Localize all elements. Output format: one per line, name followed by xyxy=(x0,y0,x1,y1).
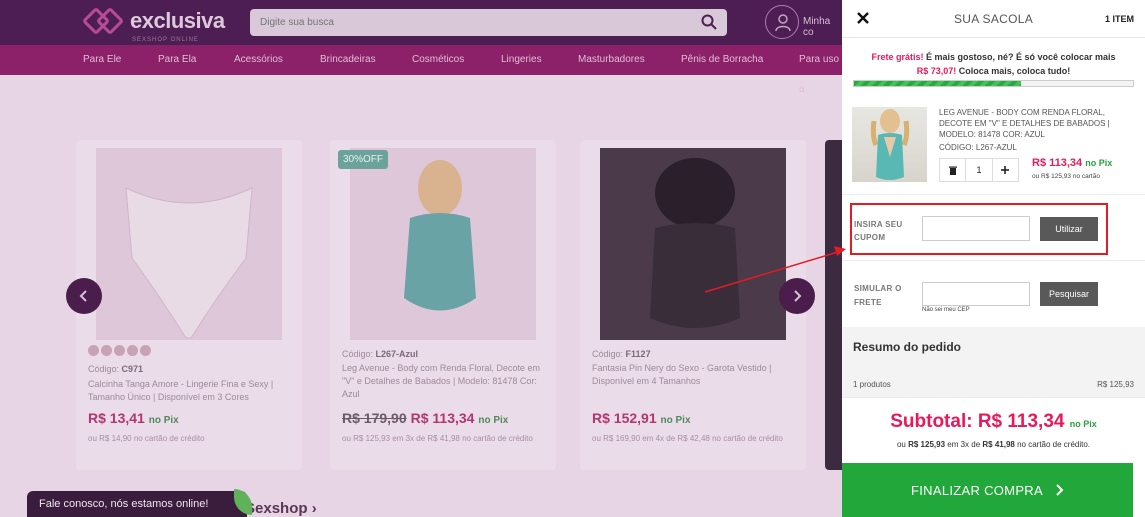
trash-icon xyxy=(948,166,957,175)
chat-text: Fale conosco, nós estamos online! xyxy=(39,498,209,510)
carousel-next-button[interactable] xyxy=(779,278,815,314)
product-card[interactable]: Código: F1127 Fantasia Pin Nery do Sexo … xyxy=(580,140,806,470)
chevron-right-icon xyxy=(1056,484,1064,496)
order-summary: Resumo do pedido 1 produtos R$ 125,93 xyxy=(842,327,1145,397)
product-code: Código: F1127 xyxy=(592,349,651,359)
divider xyxy=(842,397,1145,398)
discount-badge: 30%OFF xyxy=(338,150,389,169)
chat-widget[interactable]: Fale conosco, nós estamos online! xyxy=(27,491,247,517)
product-price: R$ 179,90 R$ 113,34 no Pix xyxy=(342,410,509,426)
subtotal-section: Subtotal: R$ 113,34 no Pix ou R$ 125,93 … xyxy=(842,411,1145,449)
cart-item-count: 1 ITEM xyxy=(1104,14,1134,24)
category-nav: Para Ele Para Ela Acessórios Brincadeira… xyxy=(0,45,842,95)
coupon-input[interactable] xyxy=(922,216,1030,241)
nav-item[interactable]: Lingeries xyxy=(501,45,542,75)
quantity-stepper: 1 xyxy=(939,158,1019,182)
user-icon xyxy=(775,14,791,32)
cart-item-image[interactable] xyxy=(852,107,927,182)
product-image[interactable] xyxy=(600,148,786,340)
site-header: exclusiva SEXSHOP ONLINE Minha co xyxy=(0,0,842,45)
cart-item-card-price: ou R$ 125,93 no cartão xyxy=(1032,173,1100,180)
search-icon[interactable] xyxy=(701,14,717,30)
nav-item[interactable]: Masturbadores xyxy=(578,45,645,75)
cep-input[interactable] xyxy=(922,282,1030,306)
nav-item[interactable]: Cosméticos xyxy=(412,45,464,75)
cart-item: LEG AVENUE - BODY COM RENDA FLORAL, DECO… xyxy=(852,107,1135,187)
site-logo[interactable]: exclusiva SEXSHOP ONLINE xyxy=(81,6,225,43)
nav-item[interactable]: Para Ela xyxy=(158,45,196,75)
product-installment: ou R$ 169,90 em 4x de R$ 42,48 no cartão… xyxy=(592,434,783,443)
cart-title: SUA SACOLA xyxy=(953,12,1034,26)
section-heading[interactable]: Sexshop › xyxy=(245,500,317,517)
rating-stars xyxy=(88,345,151,356)
nav-item[interactable]: Para uso a xyxy=(799,45,842,105)
search-freight-button[interactable]: Pesquisar xyxy=(1040,282,1098,306)
divider xyxy=(842,260,1145,261)
product-code: Código: L267-Azul xyxy=(342,349,419,359)
product-card[interactable]: Código: C971 Calcinha Tanga Amore - Ling… xyxy=(76,140,302,470)
quantity-value[interactable]: 1 xyxy=(965,159,993,181)
nav-item[interactable]: Pênis de Borracha xyxy=(681,45,763,75)
subtotal-value: Subtotal: R$ 113,34 no Pix xyxy=(890,411,1097,432)
product-image[interactable] xyxy=(96,148,282,340)
product-name[interactable]: Fantasia Pin Nery do Sexo - Garota Vesti… xyxy=(592,362,797,388)
summary-products-row: 1 produtos R$ 125,93 xyxy=(853,380,1134,389)
plus-icon xyxy=(1001,166,1010,174)
next-product-card-edge xyxy=(825,140,842,470)
logo-text: exclusiva xyxy=(130,8,225,33)
free-shipping-message: Frete grátis! É mais gostoso, né? É só v… xyxy=(871,52,1116,76)
remove-item-button[interactable] xyxy=(940,159,965,181)
product-name[interactable]: Leg Avenue - Body com Renda Floral, Deco… xyxy=(342,362,547,401)
apply-coupon-button[interactable]: Utilizar xyxy=(1040,217,1098,241)
product-name[interactable]: Calcinha Tanga Amore - Lingerie Fina e S… xyxy=(88,378,293,404)
checkout-label: FINALIZAR COMPRA xyxy=(911,482,1043,498)
divider xyxy=(842,194,1145,195)
chevron-left-icon xyxy=(79,290,87,302)
chevron-right-icon xyxy=(794,290,802,302)
cart-drawer: SUA SACOLA 1 ITEM Frete grátis! É mais g… xyxy=(842,0,1145,517)
account-label[interactable]: Minha co xyxy=(803,16,842,38)
subtotal-installments: ou R$ 125,93 em 3x de R$ 41,98 no cartão… xyxy=(896,440,1091,449)
checkout-button[interactable]: FINALIZAR COMPRA xyxy=(842,463,1133,517)
increase-quantity-button[interactable] xyxy=(993,159,1018,181)
coupon-label: INSIRA SEU CUPOM xyxy=(854,220,903,242)
summary-title: Resumo do pedido xyxy=(853,340,961,354)
logo-subtitle: SEXSHOP ONLINE xyxy=(132,37,199,43)
nav-item[interactable]: Para Ele xyxy=(83,45,121,75)
product-card[interactable]: 30%OFF Código: L267-Azul Leg Avenue - Bo… xyxy=(330,140,556,470)
product-image[interactable] xyxy=(350,148,536,340)
freight-label: SIMULAR O FRETE xyxy=(854,284,902,307)
cart-item-code: CÓDIGO: L267-AZUL xyxy=(939,143,1017,152)
unknown-cep-link[interactable]: Não sei meu CEP xyxy=(922,307,970,313)
cart-item-name[interactable]: LEG AVENUE - BODY COM RENDA FLORAL, DECO… xyxy=(939,107,1135,140)
product-installment: ou R$ 14,90 no cartão de crédito xyxy=(88,434,205,443)
logo-mark-icon xyxy=(81,6,130,36)
shipping-progress-fill xyxy=(854,81,1022,86)
cart-header: SUA SACOLA 1 ITEM xyxy=(842,0,1145,38)
shipping-progress-bar xyxy=(853,80,1134,87)
product-price: R$ 152,91 no Pix xyxy=(592,410,691,426)
nav-item[interactable]: Brincadeiras xyxy=(320,45,376,75)
carousel-prev-button[interactable] xyxy=(66,278,102,314)
product-installment: ou R$ 125,93 em 3x de R$ 41,98 no cartão… xyxy=(342,434,533,443)
product-code: Código: C971 xyxy=(88,364,144,374)
product-price: R$ 13,41 no Pix xyxy=(88,410,179,426)
search-bar xyxy=(250,9,727,36)
nav-item[interactable]: Acessórios xyxy=(234,45,283,75)
search-input[interactable] xyxy=(250,9,727,36)
user-account-button[interactable] xyxy=(765,5,799,39)
cart-item-price: R$ 113,34 no Pix xyxy=(1032,157,1113,169)
